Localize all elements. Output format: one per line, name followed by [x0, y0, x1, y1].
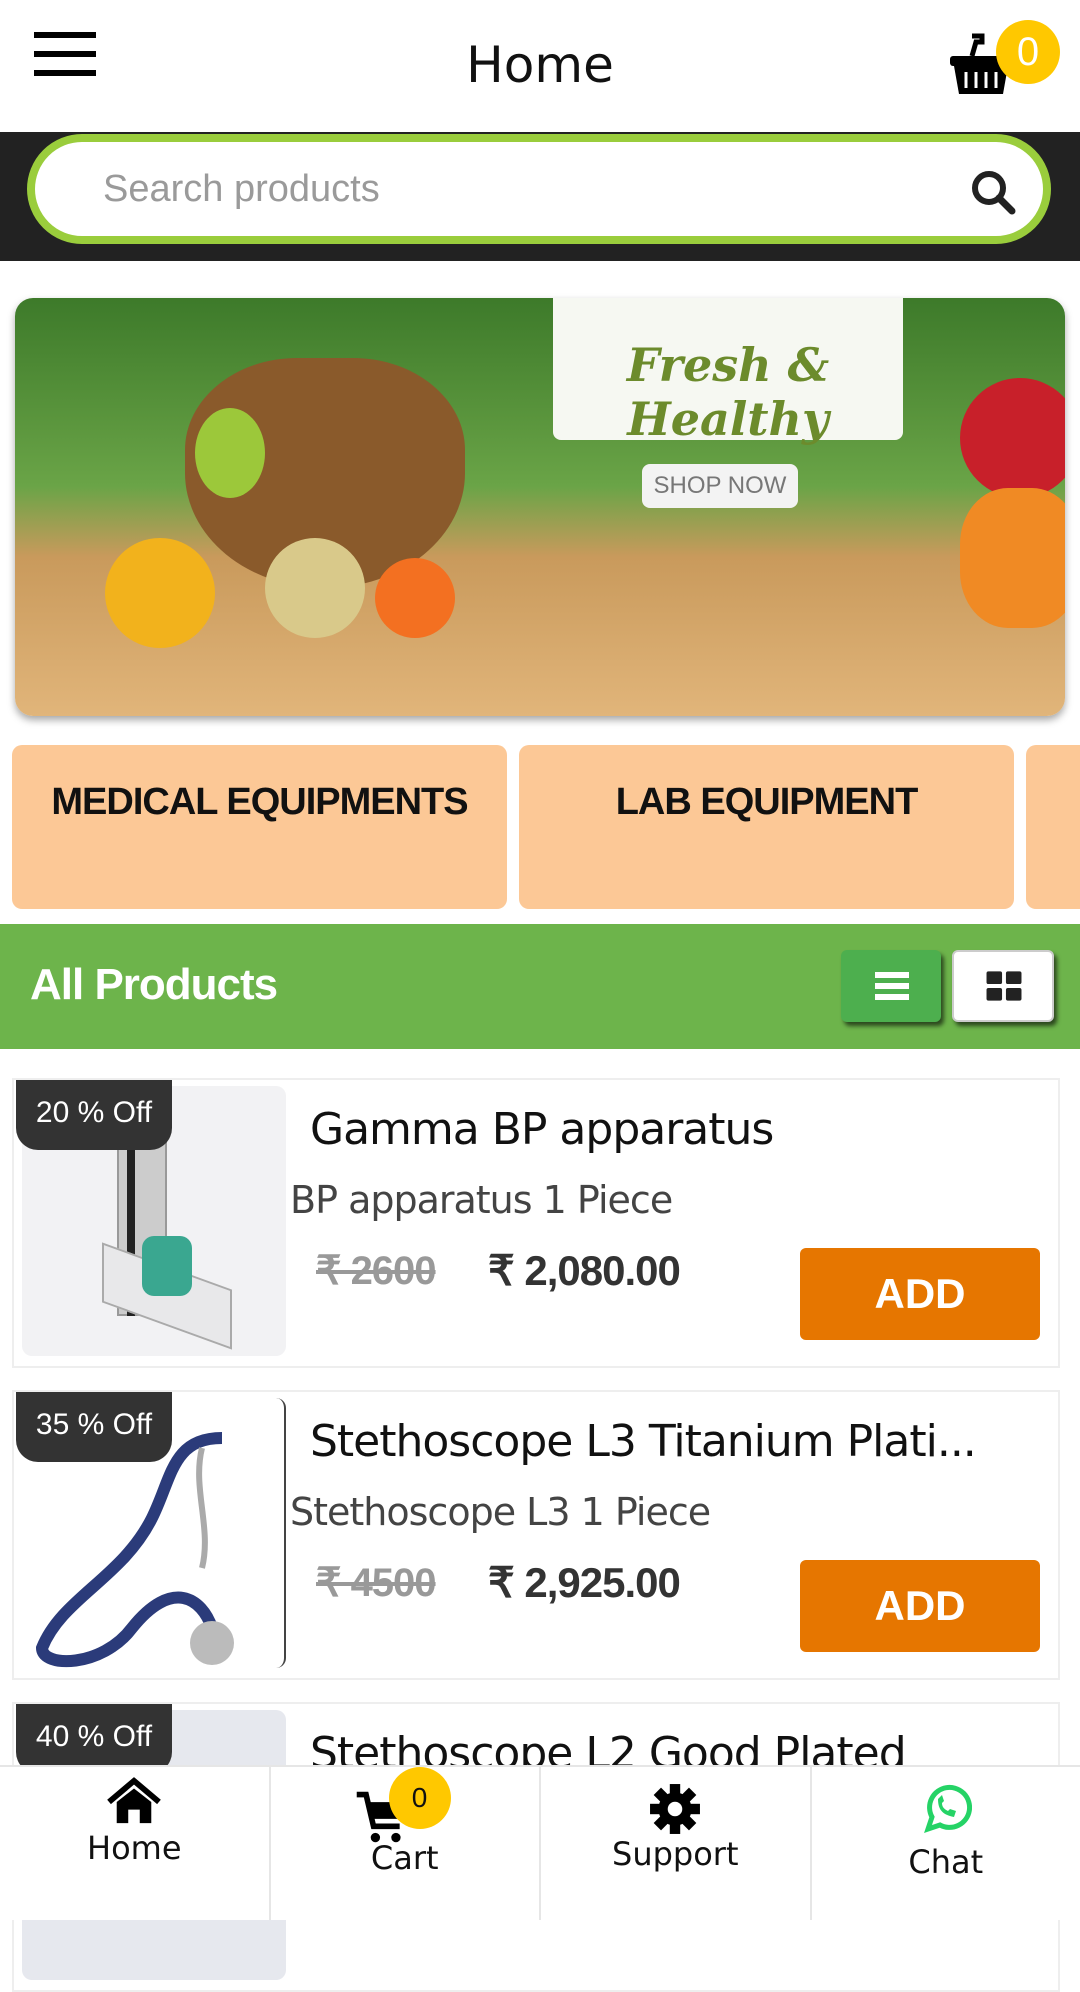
- nav-cart[interactable]: 0 Cart: [271, 1767, 542, 1920]
- search-bar[interactable]: [27, 134, 1051, 244]
- orange-image: [105, 538, 215, 648]
- home-icon: [104, 1777, 164, 1825]
- nav-chat[interactable]: Chat: [812, 1767, 1080, 1920]
- nav-cart-badge: 0: [389, 1767, 451, 1829]
- shop-now-button[interactable]: SHOP NOW: [642, 464, 798, 508]
- banner-headline: Fresh & Healthy: [553, 298, 903, 440]
- melon-image: [265, 538, 365, 638]
- category-partial[interactable]: [1026, 745, 1080, 909]
- original-price: ₹ 2600: [316, 1248, 436, 1294]
- list-view-button[interactable]: [841, 950, 941, 1022]
- fruit-slices-image: [960, 488, 1065, 628]
- apple-image: [960, 378, 1065, 498]
- nav-support-label: Support: [541, 1835, 810, 1873]
- category-lab-equipment[interactable]: LAB EQUIPMENT: [519, 745, 1014, 909]
- nav-home[interactable]: Home: [0, 1767, 271, 1920]
- app-header: Home 0: [0, 0, 1080, 132]
- section-title: All Products: [30, 960, 277, 1010]
- nav-cart-label: Cart: [271, 1839, 540, 1877]
- grid-view-button[interactable]: [952, 950, 1054, 1022]
- discount-badge: 40 % Off: [16, 1704, 172, 1774]
- bottom-navigation: Home 0 Cart Support Chat: [0, 1765, 1080, 1920]
- original-price: ₹ 4500: [316, 1560, 436, 1606]
- page-title: Home: [0, 36, 1080, 94]
- product-subtitle: Stethoscope L3 1 Piece: [290, 1490, 710, 1534]
- cart-count-badge: 0: [996, 20, 1060, 84]
- whatsapp-icon: [920, 1781, 972, 1835]
- product-name[interactable]: Stethoscope L3 Titanium Plati...: [310, 1416, 1050, 1467]
- nav-chat-label: Chat: [812, 1843, 1080, 1881]
- category-medical-equipments[interactable]: MEDICAL EQUIPMENTS: [12, 745, 507, 909]
- promo-banner[interactable]: Fresh & Healthy SHOP NOW: [15, 298, 1065, 716]
- add-to-cart-button[interactable]: ADD: [800, 1248, 1040, 1340]
- discount-badge: 35 % Off: [16, 1392, 172, 1462]
- add-to-cart-button[interactable]: ADD: [800, 1560, 1040, 1652]
- product-name[interactable]: Gamma BP apparatus: [310, 1104, 1050, 1155]
- discount-badge: 20 % Off: [16, 1080, 172, 1150]
- product-subtitle: BP apparatus 1 Piece: [290, 1178, 672, 1222]
- grapes-image: [195, 408, 265, 498]
- orange-slice-image: [375, 558, 455, 638]
- gear-icon: [649, 1783, 701, 1835]
- search-input[interactable]: [103, 162, 903, 216]
- search-icon[interactable]: [969, 168, 1017, 216]
- all-products-header: All Products: [0, 924, 1080, 1049]
- sale-price: ₹ 2,925.00: [488, 1558, 680, 1607]
- sale-price: ₹ 2,080.00: [488, 1246, 680, 1295]
- product-card[interactable]: 35 % Off Stethoscope L3 Titanium Plati..…: [12, 1390, 1060, 1680]
- list-icon: [841, 950, 941, 1022]
- nav-home-label: Home: [0, 1829, 269, 1867]
- grid-icon: [954, 952, 1054, 1020]
- nav-support[interactable]: Support: [541, 1767, 812, 1920]
- product-card[interactable]: 20 % Off Gamma BP apparatus BP apparatus…: [12, 1078, 1060, 1368]
